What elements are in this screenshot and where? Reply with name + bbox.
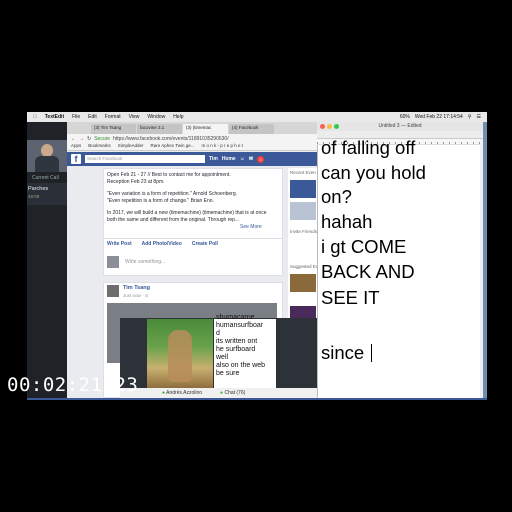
- scrollbar[interactable]: [480, 139, 483, 398]
- chat-contact[interactable]: ● Andrés Azzolino: [162, 390, 202, 396]
- chat-contact-name: Andrés Azzolino: [166, 390, 203, 396]
- messages-icon[interactable]: ✉: [249, 156, 253, 162]
- apple-icon[interactable]: : [33, 114, 37, 120]
- event-line: "Even repetition is a form of change." B…: [107, 198, 214, 204]
- current-call-label: Current Call: [32, 175, 59, 181]
- chat-count[interactable]: ● Chat (76): [220, 390, 245, 396]
- tab-facebook[interactable]: (4) Facebook: [229, 124, 274, 134]
- forward-icon[interactable]: →: [79, 136, 84, 142]
- video-timecode: 00:02:21;23: [7, 374, 139, 396]
- notification-badge[interactable]: 3: [257, 155, 265, 163]
- zoom-icon[interactable]: [334, 124, 339, 129]
- suggested-events-label: Suggested Ev: [290, 264, 319, 269]
- close-icon[interactable]: [320, 124, 325, 129]
- composer-input[interactable]: Write something...: [125, 259, 165, 265]
- tab-timemachine[interactable]: (3) (timemac: [183, 124, 228, 134]
- secure-label: Secure: [94, 135, 111, 142]
- call-duration: 49:09: [28, 194, 40, 199]
- browser-tabs: (3) Tim Tsang facovine 3.1 (3) (timemac …: [67, 122, 317, 134]
- online-dot-icon: ●: [162, 390, 166, 396]
- bottom-strip: [27, 398, 487, 400]
- suggested-thumbnail[interactable]: [290, 274, 316, 292]
- avatar[interactable]: [107, 285, 119, 297]
- nested-text-line: its written ont: [216, 338, 258, 345]
- nested-text-line: d: [216, 330, 220, 337]
- mac-menubar:  TextEdit File Edit Format View Window …: [27, 112, 487, 122]
- battery-status[interactable]: 60%: [400, 114, 410, 120]
- document-line[interactable]: since: [321, 343, 364, 363]
- document-line[interactable]: BACK AND: [321, 262, 415, 282]
- reload-icon[interactable]: ↻: [87, 136, 91, 142]
- document-line[interactable]: can you hold: [321, 163, 426, 183]
- facebook-search-input[interactable]: Search Facebook: [85, 155, 205, 163]
- event-thumbnail[interactable]: [290, 180, 316, 198]
- caller-video: [27, 140, 67, 172]
- profile-link[interactable]: Tim: [209, 156, 218, 162]
- online-dot-icon: ●: [220, 390, 224, 396]
- call-contact-name: Parches: [28, 186, 49, 192]
- facebook-header: f Search Facebook Tim Home ☺ ✉ 3: [67, 152, 317, 166]
- back-icon[interactable]: ←: [71, 136, 76, 142]
- document-line[interactable]: of falling off: [321, 138, 415, 158]
- menu-edit[interactable]: Edit: [88, 114, 97, 120]
- textedit-title: Untitled 3 — Edited: [317, 122, 483, 131]
- list-icon[interactable]: ☰: [477, 114, 481, 120]
- document-line[interactable]: hahah: [321, 212, 372, 232]
- window-controls: [320, 124, 339, 129]
- post-time[interactable]: Just now · ⊙: [123, 293, 149, 299]
- recent-events-label: Recent Even: [290, 170, 316, 175]
- event-line: "Even variation is a form of repetition.…: [107, 191, 238, 197]
- tab-youtube[interactable]: facovine 3.1: [137, 124, 182, 134]
- nested-text-line: also on the web: [216, 362, 266, 369]
- bookmark-aphex[interactable]: Rare Aphex Twin ge...: [151, 143, 195, 150]
- search-icon[interactable]: ⚲: [468, 114, 472, 120]
- surfboard-figure: [168, 330, 192, 382]
- nested-text-line: he surfboard: [216, 346, 256, 353]
- document-line[interactable]: i gt COME: [321, 237, 406, 257]
- event-line: Reception Feb 23 at 8pm.: [107, 179, 165, 185]
- composer-actions: Write Post Add Photo/Video Create Poll: [107, 241, 218, 247]
- nested-text-line: humansurfboar: [216, 322, 264, 329]
- menubar-clock[interactable]: Wed Feb 22 17:14:54: [415, 114, 463, 120]
- menu-app-name[interactable]: TextEdit: [45, 114, 64, 120]
- facebook-logo[interactable]: f: [71, 154, 81, 164]
- event-line: In 2017, we will build a new (timemachin…: [107, 210, 267, 216]
- document-line[interactable]: on?: [321, 187, 352, 207]
- write-post-button[interactable]: Write Post: [107, 241, 132, 247]
- document-line[interactable]: SEE IT: [321, 288, 380, 308]
- avatar: [107, 256, 119, 268]
- invite-friends-label[interactable]: Invite Friends: [290, 229, 317, 234]
- url-text[interactable]: https://www.facebook.com/events/11891035…: [113, 136, 229, 142]
- bookmark-apps[interactable]: Apps: [71, 143, 81, 150]
- bookmark-simpleadder[interactable]: SimpleAdder: [118, 143, 144, 150]
- event-line: both the same and different from the ori…: [107, 217, 240, 223]
- add-photo-button[interactable]: Add Photo/Video: [142, 241, 182, 247]
- nested-text-line: be sure: [216, 370, 240, 377]
- minimize-icon[interactable]: [327, 124, 332, 129]
- see-more-link[interactable]: See More: [240, 224, 262, 230]
- caller-body: [35, 156, 59, 172]
- menu-help[interactable]: Help: [173, 114, 183, 120]
- nested-text-line: shumacarne: [216, 314, 255, 321]
- tab-tim-tsang[interactable]: (3) Tim Tsang: [91, 124, 136, 134]
- create-poll-button[interactable]: Create Poll: [192, 241, 218, 247]
- friends-icon[interactable]: ☺: [240, 156, 245, 162]
- nested-text-line: well: [216, 354, 229, 361]
- post-author[interactable]: Tim Tsang: [123, 285, 150, 291]
- bookmark-monk[interactable]: m o n k - p r e p h e t: [202, 143, 244, 150]
- menu-file[interactable]: File: [72, 114, 80, 120]
- nested-chat-bar: ● Andrés Azzolino ● Chat (76): [120, 388, 320, 398]
- chat-count-label: Chat (76): [224, 390, 246, 396]
- bookmarks-bar: Apps Bookmarks SimpleAdder Rare Aphex Tw…: [67, 143, 317, 151]
- menu-window[interactable]: Window: [147, 114, 165, 120]
- text-caret: [371, 344, 372, 362]
- bookmark-bookmarks[interactable]: Bookmarks: [88, 143, 111, 150]
- event-thumbnail[interactable]: [290, 202, 316, 220]
- address-bar[interactable]: ← → ↻ Secure https://www.facebook.com/ev…: [67, 134, 317, 143]
- menu-view[interactable]: View: [129, 114, 140, 120]
- home-link[interactable]: Home: [222, 156, 236, 162]
- menu-format[interactable]: Format: [105, 114, 121, 120]
- event-line: Open Feb 21 - 27 // Best to contact me f…: [107, 172, 231, 178]
